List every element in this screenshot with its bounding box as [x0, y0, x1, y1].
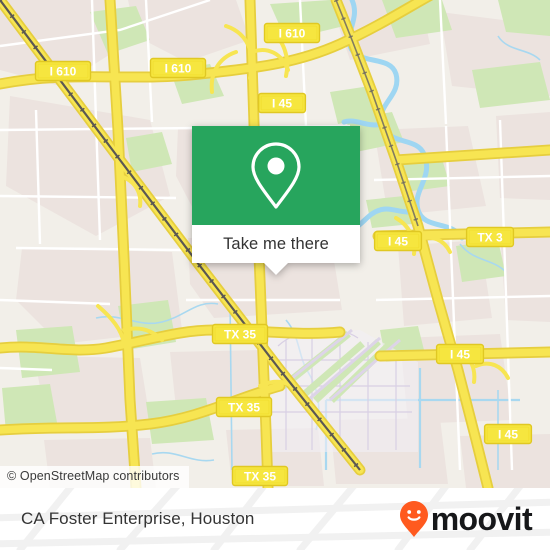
place-title: CA Foster Enterprise, Houston	[21, 509, 255, 528]
osm-attribution[interactable]: © OpenStreetMap contributors	[0, 466, 189, 488]
callout-image	[192, 126, 360, 225]
map-place-card: I 610 I 610 I 610 I 45 I 45 TX 3 TX 35 TX 35 I 4…	[0, 0, 550, 550]
road-shield-label: TX 3	[477, 230, 503, 244]
road-shield-label: I 610	[50, 64, 77, 78]
road-shield: I 610	[263, 22, 321, 44]
road-shield: I 610	[149, 57, 207, 79]
callout-tail	[264, 263, 288, 275]
road-shield: I 45	[435, 343, 485, 365]
map-pin-icon	[251, 141, 301, 209]
road-shield-label: I 610	[279, 26, 306, 40]
road-shield: I 45	[373, 230, 423, 252]
place-footer: CA Foster Enterprise, Houston moovit	[0, 488, 550, 550]
road-shield: I 45	[257, 92, 307, 114]
road-shield: I 610	[34, 60, 92, 82]
road-shield: TX 35	[215, 396, 273, 418]
moovit-wordmark: moovit	[430, 501, 533, 537]
road-shield-label: I 45	[498, 427, 518, 441]
moovit-smiling-pin-icon	[399, 501, 428, 537]
road-shield: TX 35	[211, 323, 269, 345]
road-shield-label: TX 35	[228, 400, 260, 414]
road-shield: I 45	[483, 423, 533, 445]
moovit-logo[interactable]: moovit	[399, 500, 533, 538]
road-shield-label: TX 35	[224, 327, 256, 341]
road-shield-label: I 610	[165, 61, 192, 75]
take-me-there-button[interactable]: Take me there	[192, 225, 360, 263]
road-shield-label: TX 35	[244, 469, 276, 483]
road-shield: TX 35	[231, 465, 289, 487]
road-shield: TX 3	[465, 226, 515, 248]
road-shield-label: I 45	[388, 234, 408, 248]
road-shield-label: I 45	[450, 347, 470, 361]
road-shield-label: I 45	[272, 96, 292, 110]
place-callout[interactable]: Take me there	[192, 126, 360, 275]
